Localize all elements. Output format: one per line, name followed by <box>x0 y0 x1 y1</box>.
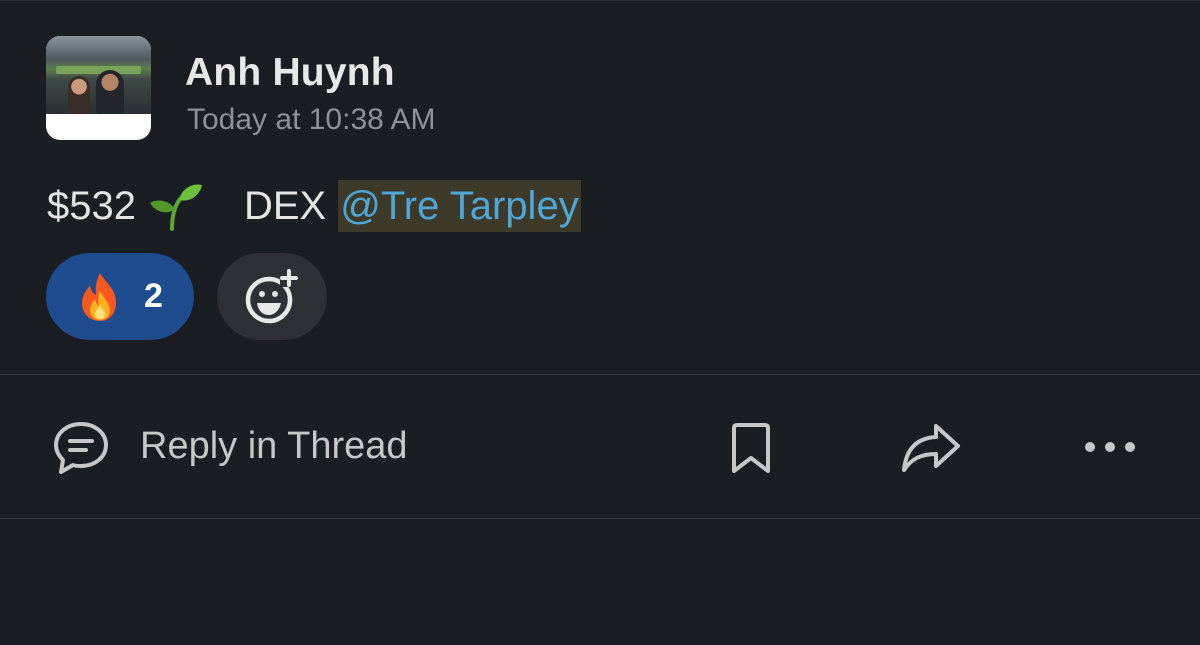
more-icon[interactable] <box>1080 431 1142 463</box>
avatar-person-left <box>68 76 90 114</box>
avatar-person-right <box>96 70 124 114</box>
message-amount: $532 <box>47 183 136 228</box>
empty-area <box>0 519 1200 645</box>
reaction-fire[interactable]: 2 <box>46 253 194 340</box>
divider-top <box>0 374 1200 375</box>
bookmark-icon[interactable] <box>728 421 774 475</box>
reply-in-thread-button[interactable]: Reply in Thread <box>140 425 408 468</box>
reaction-count: 2 <box>144 277 163 315</box>
add-reaction-icon <box>245 268 298 323</box>
user-mention[interactable]: @Tre Tarpley <box>338 180 581 232</box>
seedling-emoji-icon <box>149 184 202 231</box>
message-body: $532 DEX @Tre Tarpley <box>47 180 581 232</box>
share-icon[interactable] <box>900 422 962 474</box>
add-reaction-button[interactable] <box>217 253 327 340</box>
thread-reply-icon[interactable] <box>52 420 110 476</box>
message-view: Anh Huynh Today at 10:38 AM $532 DEX @Tr… <box>0 0 1200 645</box>
fire-emoji-icon <box>82 272 116 321</box>
message-word: DEX <box>243 183 327 228</box>
user-avatar[interactable] <box>46 36 151 140</box>
author-name[interactable]: Anh Huynh <box>185 51 395 95</box>
avatar-stadium-field <box>56 66 141 74</box>
message-timestamp: Today at 10:38 AM <box>187 103 436 136</box>
